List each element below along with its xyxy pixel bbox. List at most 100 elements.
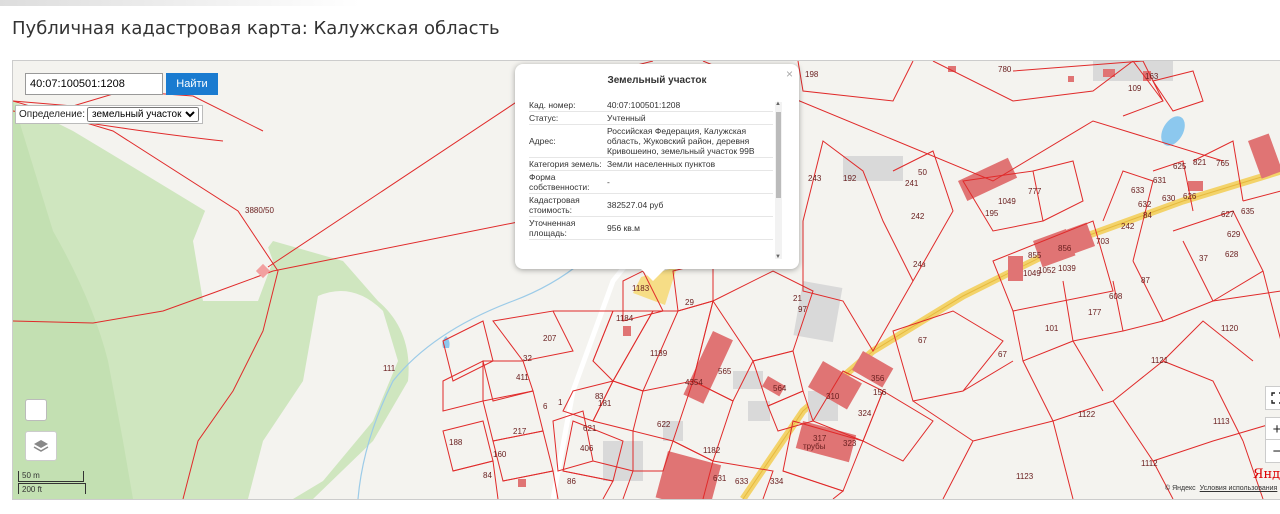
popup-body: Кад. номер: 40:07:100501:1208 Статус: Учтен… — [529, 99, 773, 259]
parcel-label: 635 — [1241, 207, 1255, 216]
popup-row-key: Адрес: — [529, 136, 556, 146]
cadastral-number-input[interactable] — [25, 73, 163, 95]
definition-select[interactable]: земельный участок — [87, 107, 200, 122]
parcel-label: 21 — [793, 294, 802, 303]
parcel-label: 32 — [523, 354, 532, 363]
scroll-up-icon[interactable]: ▲ — [775, 101, 781, 107]
parcel-label: 192 — [843, 174, 857, 183]
parcel-label: 1112 — [1141, 459, 1158, 468]
parcel-label: 37 — [1199, 254, 1208, 263]
popup-row-key: Форма собственности: — [529, 172, 590, 192]
popup-row-key: Статус: — [529, 113, 559, 123]
parcel-label: 29 — [685, 298, 694, 307]
parcel-label: 632 — [1138, 200, 1152, 209]
popup-row-value: Российская Федерация, Калужская область,… — [607, 126, 755, 156]
parcel-label: 195 — [985, 209, 999, 218]
parcel-label: 84 — [1143, 211, 1152, 220]
parcel-label: 156 — [873, 388, 887, 397]
parcel-label: 217 — [513, 427, 527, 436]
zoom-in-button[interactable]: + — [1265, 417, 1280, 441]
popup-row: Категория земель: Земли населенных пункто… — [529, 158, 773, 171]
parcel-label: 188 — [449, 438, 463, 447]
parcel-label: 626 — [1183, 192, 1197, 201]
parcel-label: 310 — [826, 392, 840, 401]
parcel-label: 242 — [1121, 222, 1135, 231]
parcel-label: 356 — [871, 374, 885, 383]
parcel-info-popup: × Земельный участок Кад. номер: 40:07:100… — [515, 64, 799, 281]
parcel-label: 67 — [998, 350, 1007, 359]
parcel-label: 1182 — [703, 446, 721, 455]
popup-row-key: Кад. номер: — [529, 100, 576, 110]
parcel-label: 780 — [998, 65, 1012, 74]
parcel-label: 334 — [770, 477, 784, 486]
parcel-label: 101 — [1045, 324, 1059, 333]
parcel-label: 324 — [858, 409, 872, 418]
find-button[interactable]: Найти — [166, 73, 218, 95]
popup-row-value: Земли населенных пунктов — [607, 159, 716, 169]
parcel-label: 1039 — [1058, 264, 1076, 273]
parcel-label: 111 — [383, 364, 396, 373]
parcel-label: 1121 — [1151, 356, 1169, 365]
fullscreen-button[interactable] — [1265, 386, 1280, 410]
parcel-label: 621 — [583, 424, 597, 433]
parcel-label: 24з — [913, 260, 926, 269]
cadastral-map[interactable]: 3880/50 198 780 163 109 207 32 411 1183 1184 29 118… — [12, 60, 1280, 500]
parcel-label: 777 — [1028, 187, 1042, 196]
parcel-label: 67 — [918, 336, 927, 345]
parcel-label: 50 — [918, 168, 927, 177]
popup-row-value: 956 кв.м — [607, 223, 640, 233]
parcel-label: 8 — [595, 392, 600, 401]
parcel-label: 97 — [798, 305, 807, 314]
parcel-label: 565 — [718, 367, 732, 376]
parcel-label: 243 — [808, 174, 822, 183]
popup-row-value: Учтенный — [607, 113, 646, 123]
parcel-label: 1120 — [1221, 324, 1239, 333]
parcel-label: 6 — [543, 402, 548, 411]
map-ruler-button[interactable] — [25, 399, 47, 421]
parcel-label: 160 — [493, 450, 507, 459]
parcel-label: 630 — [1162, 194, 1176, 203]
parcel-label: 87 — [1141, 276, 1150, 285]
parcel-label: 163 — [1145, 72, 1159, 81]
popup-row: Адрес: Российская Федерация, Калужская об… — [529, 125, 773, 158]
parcel-label: 1 — [558, 398, 563, 407]
popup-row-value: 40:07:100501:1208 — [607, 100, 681, 110]
popup-row: Форма собственности: - — [529, 171, 773, 194]
popup-row-value: - — [607, 177, 610, 187]
parcel-label: 207 — [543, 334, 557, 343]
search-bar: Найти — [25, 73, 218, 95]
parcel-label: 1122 — [1078, 410, 1096, 419]
popup-row-key: Категория земель: — [529, 159, 602, 169]
scroll-thumb[interactable] — [776, 112, 781, 198]
layers-icon — [33, 440, 49, 452]
parcel-label: 1189 — [650, 349, 668, 358]
map-copyright: © Яндекс Условия использования — [1165, 485, 1277, 492]
parcel-label: 84 — [483, 471, 492, 480]
terms-link[interactable]: Условия использования — [1200, 485, 1278, 492]
layers-button[interactable] — [25, 431, 57, 461]
scroll-down-icon[interactable]: ▼ — [775, 254, 781, 260]
parcel-label: 411 — [516, 373, 529, 382]
popup-scrollbar[interactable]: ▲ ▼ — [775, 101, 782, 260]
parcel-label: 4354 — [685, 378, 703, 387]
scale-metric: 50 m — [22, 471, 40, 480]
parcel-label: 631 — [1153, 176, 1167, 185]
popup-row-key: Уточненная площадь: — [529, 218, 576, 238]
parcel-label: 625 — [1173, 162, 1187, 171]
parcel-label: 633 — [735, 477, 749, 486]
parcel-label: трубы — [803, 442, 826, 451]
popup-row: Уточненная площадь: 956 кв.м — [529, 217, 773, 240]
parcel-label: 177 — [1088, 308, 1102, 317]
fullscreen-icon — [1271, 392, 1280, 404]
parcel-label: 629 — [1227, 230, 1241, 239]
parcel-label: 1049 — [998, 197, 1016, 206]
parcel-label: 109 — [1128, 84, 1142, 93]
zoom-out-button[interactable]: − — [1265, 439, 1280, 463]
parcel-label: 622 — [657, 420, 671, 429]
parcel-label: 633 — [1131, 186, 1145, 195]
popup-row-key: Кадастровая стоимость: — [529, 195, 580, 215]
parcel-label: 198 — [805, 70, 819, 79]
parcel-label: а. Дубровка — [13, 61, 40, 62]
definition-row: Определение: земельный участок — [15, 105, 204, 124]
parcel-label: 1184 — [616, 314, 634, 323]
